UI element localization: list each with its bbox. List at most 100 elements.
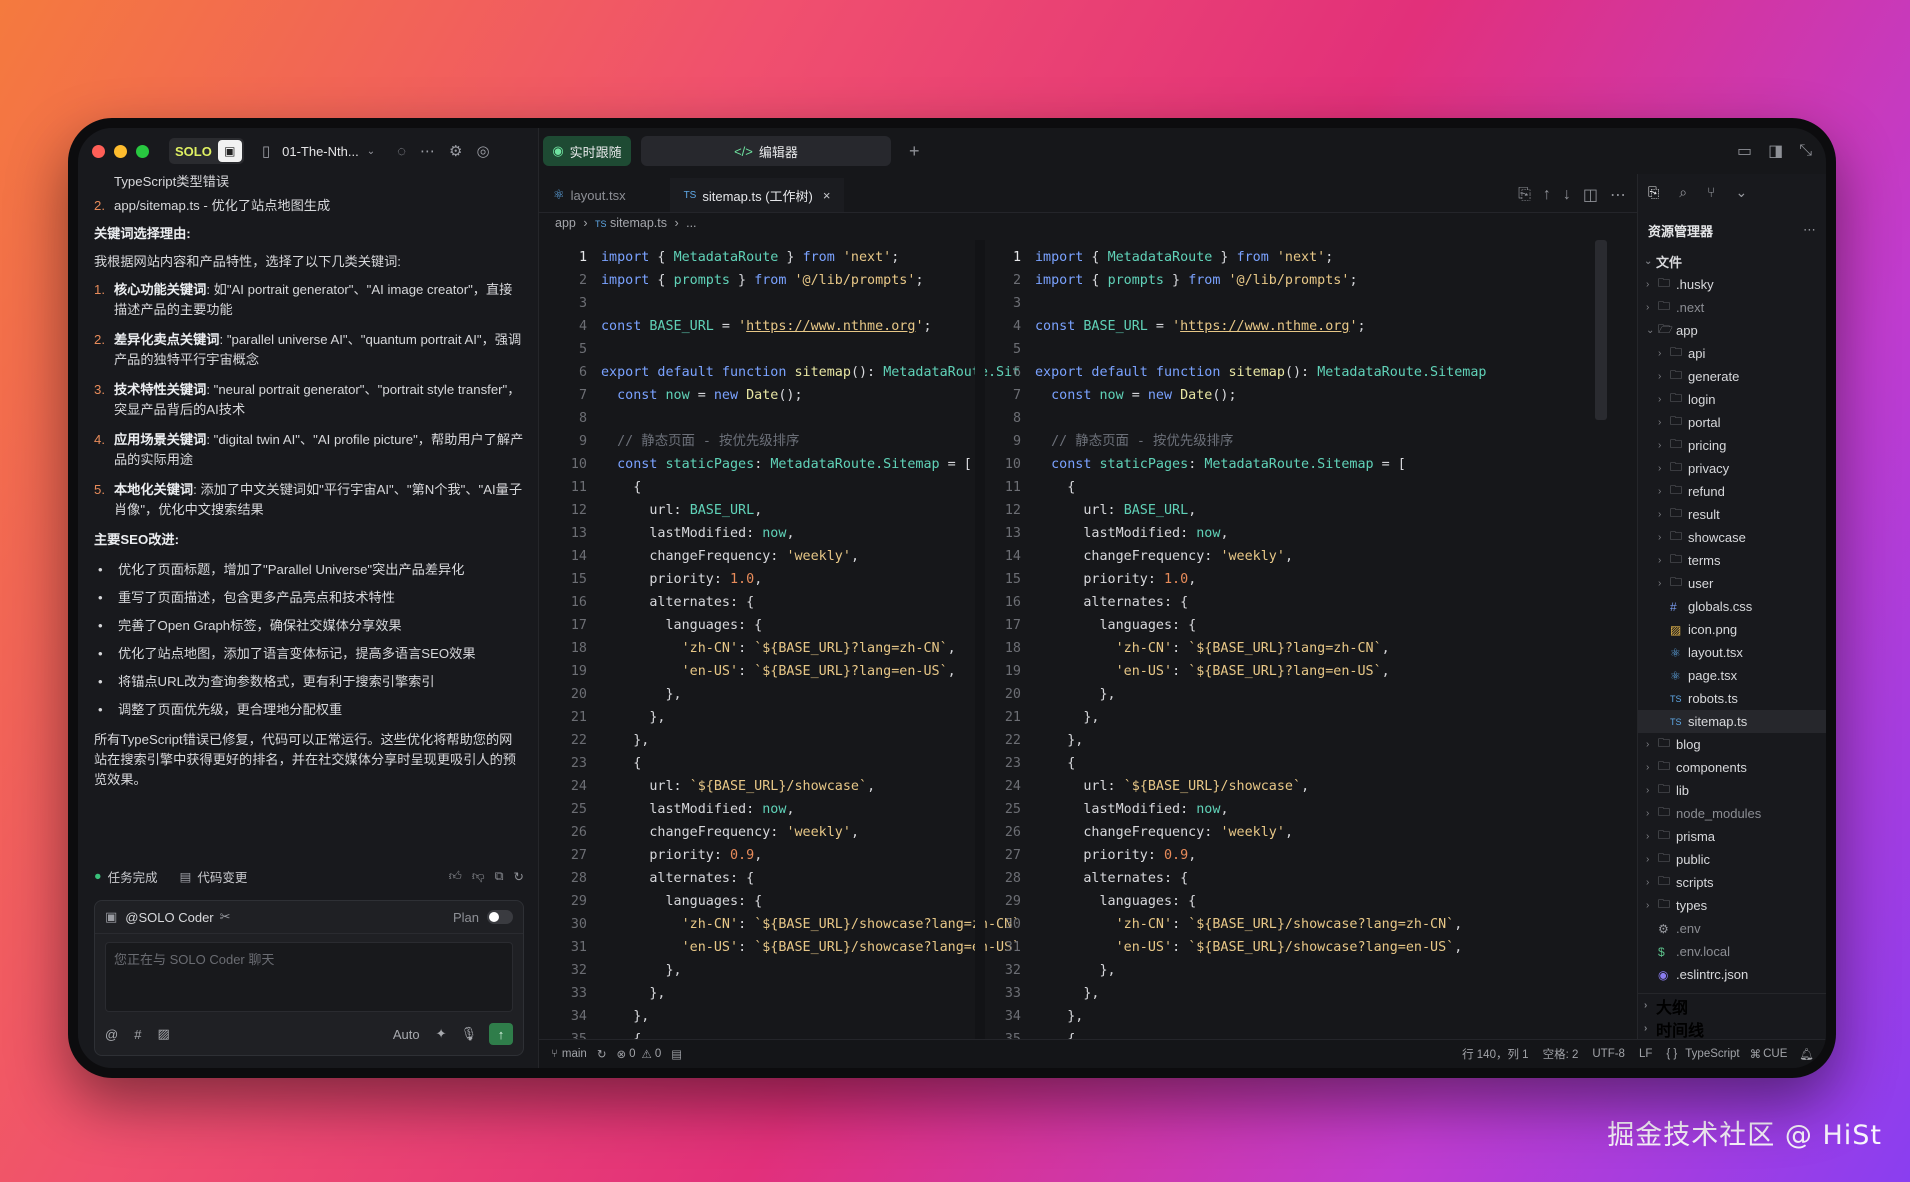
tree-item[interactable]: ⌄ 🗁︎ app (1638, 319, 1826, 342)
encoding[interactable]: UTF-8 (1592, 1048, 1625, 1060)
solo-badge[interactable]: SOLO ▣ (169, 138, 244, 164)
warning-count[interactable]: 0 (655, 1048, 661, 1060)
tree-item[interactable]: TS robots.ts (1638, 687, 1826, 710)
tree-item[interactable]: › 🗀︎ .husky (1638, 273, 1826, 296)
arrow-up-icon[interactable]: ↑ (1543, 186, 1551, 204)
copy-icon[interactable]: ⧉ (495, 869, 504, 884)
tree-item[interactable]: › 🗀︎ public (1638, 848, 1826, 871)
panel-right-icon[interactable]: ◨ (1768, 141, 1783, 161)
tree-item[interactable]: › 🗀︎ privacy (1638, 457, 1826, 480)
language-mode[interactable]: TypeScript (1685, 1048, 1739, 1060)
panel-bottom-icon[interactable]: ▭ (1737, 141, 1752, 161)
bell-icon[interactable]: 🔔︎ (1799, 1047, 1814, 1061)
code-changes-button[interactable]: 代码变更 (197, 867, 247, 886)
section-timeline[interactable]: › 时间线 (1638, 1017, 1826, 1040)
tree-item[interactable]: › 🗀︎ api (1638, 342, 1826, 365)
sync-icon[interactable]: ↻ (597, 1047, 607, 1061)
git-branch-icon[interactable]: ⑂ (1707, 184, 1715, 200)
gear-icon[interactable]: ⚙ (449, 142, 462, 160)
image-icon[interactable]: ▨ (157, 1026, 169, 1042)
project-selector[interactable]: 01-The-Nth... (282, 144, 359, 159)
mode-selector[interactable]: Auto (393, 1027, 420, 1042)
code-left[interactable]: import { MetadataRoute } from 'next'; im… (601, 246, 1021, 1056)
more-actions-icon[interactable]: ⋯ (1610, 185, 1626, 205)
tree-item[interactable]: ⚛ page.tsx (1638, 664, 1826, 687)
error-count[interactable]: 0 (629, 1048, 635, 1060)
tree-item[interactable]: ▨ icon.png (1638, 618, 1826, 641)
tree-item[interactable]: › 🗀︎ generate (1638, 365, 1826, 388)
plan-toggle[interactable] (487, 910, 513, 924)
tree-item[interactable]: › 🗀︎ prisma (1638, 825, 1826, 848)
account-icon[interactable]: ◎ (476, 142, 489, 160)
tree-item[interactable]: ⚛ layout.tsx (1638, 641, 1826, 664)
tree-item[interactable]: ◉ .eslintrc.json (1638, 963, 1826, 986)
hashtag-icon[interactable]: # (134, 1027, 141, 1042)
mic-icon[interactable]: 🎙︎ (460, 1026, 477, 1042)
scrollbar[interactable] (1595, 240, 1607, 420)
chevron-down-icon[interactable]: ⌄ (367, 146, 375, 157)
tree-item[interactable]: › 🗀︎ types (1638, 894, 1826, 917)
tab-sitemap-ts[interactable]: TS sitemap.ts (工作树) × (669, 178, 845, 212)
tree-item[interactable]: › 🗀︎ .next (1638, 296, 1826, 319)
close-tab-icon[interactable]: × (823, 188, 831, 203)
chat-input[interactable]: 您正在与 SOLO Coder 聊天 (105, 942, 513, 1012)
cursor-position[interactable]: 行 140，列 1 (1462, 1046, 1528, 1062)
files-icon[interactable]: ⎘ (1648, 184, 1659, 201)
tree-item[interactable]: › 🗀︎ scripts (1638, 871, 1826, 894)
terminal-icon[interactable]: ▤ (671, 1047, 682, 1061)
section-files[interactable]: ⌄ 文件 (1638, 250, 1826, 273)
breadcrumb-app[interactable]: app (555, 216, 576, 230)
add-tab-button[interactable]: + (909, 141, 920, 162)
cue-label[interactable]: CUE (1763, 1048, 1787, 1060)
tree-item[interactable]: › 🗀︎ lib (1638, 779, 1826, 802)
minimize-window-button[interactable] (114, 144, 127, 158)
tree-item[interactable]: › 🗀︎ node_modules (1638, 802, 1826, 825)
arrow-down-icon[interactable]: ↓ (1563, 186, 1571, 204)
send-button[interactable]: ↑ (489, 1023, 513, 1045)
more-icon[interactable]: ⋯ (420, 142, 435, 160)
new-chat-icon[interactable]: ◌ (397, 143, 406, 160)
open-changes-icon[interactable]: ⎘ (1518, 186, 1531, 204)
tree-item[interactable]: › 🗀︎ showcase (1638, 526, 1826, 549)
thumbs-up-icon[interactable]: 👍︎ (449, 869, 462, 884)
split-editor-icon[interactable]: ◫ (1583, 185, 1598, 205)
tab-live-follow[interactable]: ◉ 实时跟随 (543, 136, 631, 166)
more-icon[interactable]: ⋯ (1803, 222, 1816, 238)
branch-name[interactable]: main (562, 1048, 587, 1060)
sparkle-icon[interactable]: ✦ (436, 1026, 447, 1042)
section-outline[interactable]: › 大纲 (1638, 993, 1826, 1017)
tab-layout-tsx[interactable]: ⚛ layout.tsx (539, 178, 640, 212)
maximize-window-button[interactable] (136, 144, 149, 158)
tree-item[interactable]: › 🗀︎ components (1638, 756, 1826, 779)
breadcrumb-more[interactable]: ... (686, 216, 696, 230)
tree-item[interactable]: › 🗀︎ blog (1638, 733, 1826, 756)
breadcrumb-file[interactable]: sitemap.ts (610, 216, 667, 230)
sidebar-toggle-icon[interactable]: ▯ (262, 142, 270, 160)
tree-item[interactable]: ⚙ .env (1638, 917, 1826, 940)
code-right[interactable]: import { MetadataRoute } from 'next'; im… (1035, 246, 1495, 1056)
tree-item[interactable]: TS sitemap.ts (1638, 710, 1826, 733)
tree-item[interactable]: › 🗀︎ result (1638, 503, 1826, 526)
collapse-icon[interactable]: ⤡ (1799, 142, 1812, 160)
tree-item[interactable]: › 🗀︎ user (1638, 572, 1826, 595)
diff-divider[interactable] (975, 240, 985, 1040)
tab-editor[interactable]: </> 编辑器 (641, 136, 891, 166)
tree-item[interactable]: › 🗀︎ terms (1638, 549, 1826, 572)
chevron-down-icon[interactable]: ⌄ (1735, 184, 1747, 201)
tree-item[interactable]: › 🗀︎ login (1638, 388, 1826, 411)
line-ending[interactable]: LF (1639, 1048, 1652, 1060)
thumbs-down-icon[interactable]: 👎︎ (472, 869, 485, 884)
tree-item[interactable]: $ .env.local (1638, 940, 1826, 963)
agent-name[interactable]: @SOLO Coder (125, 910, 213, 925)
refresh-icon[interactable]: ↻ (514, 869, 524, 884)
tools-icon[interactable]: ✂ (220, 909, 231, 925)
tree-item[interactable]: › 🗀︎ portal (1638, 411, 1826, 434)
close-window-button[interactable] (92, 144, 105, 158)
tree-item[interactable]: › 🗀︎ pricing (1638, 434, 1826, 457)
indent-setting[interactable]: 空格: 2 (1543, 1046, 1579, 1062)
tree-item[interactable]: # globals.css (1638, 595, 1826, 618)
search-icon[interactable]: ⌕ (1679, 184, 1687, 201)
braces-icon[interactable]: { } (1666, 1048, 1677, 1060)
at-mention-icon[interactable]: @ (105, 1027, 118, 1042)
code-changes-icon[interactable]: ▤ (180, 869, 192, 884)
